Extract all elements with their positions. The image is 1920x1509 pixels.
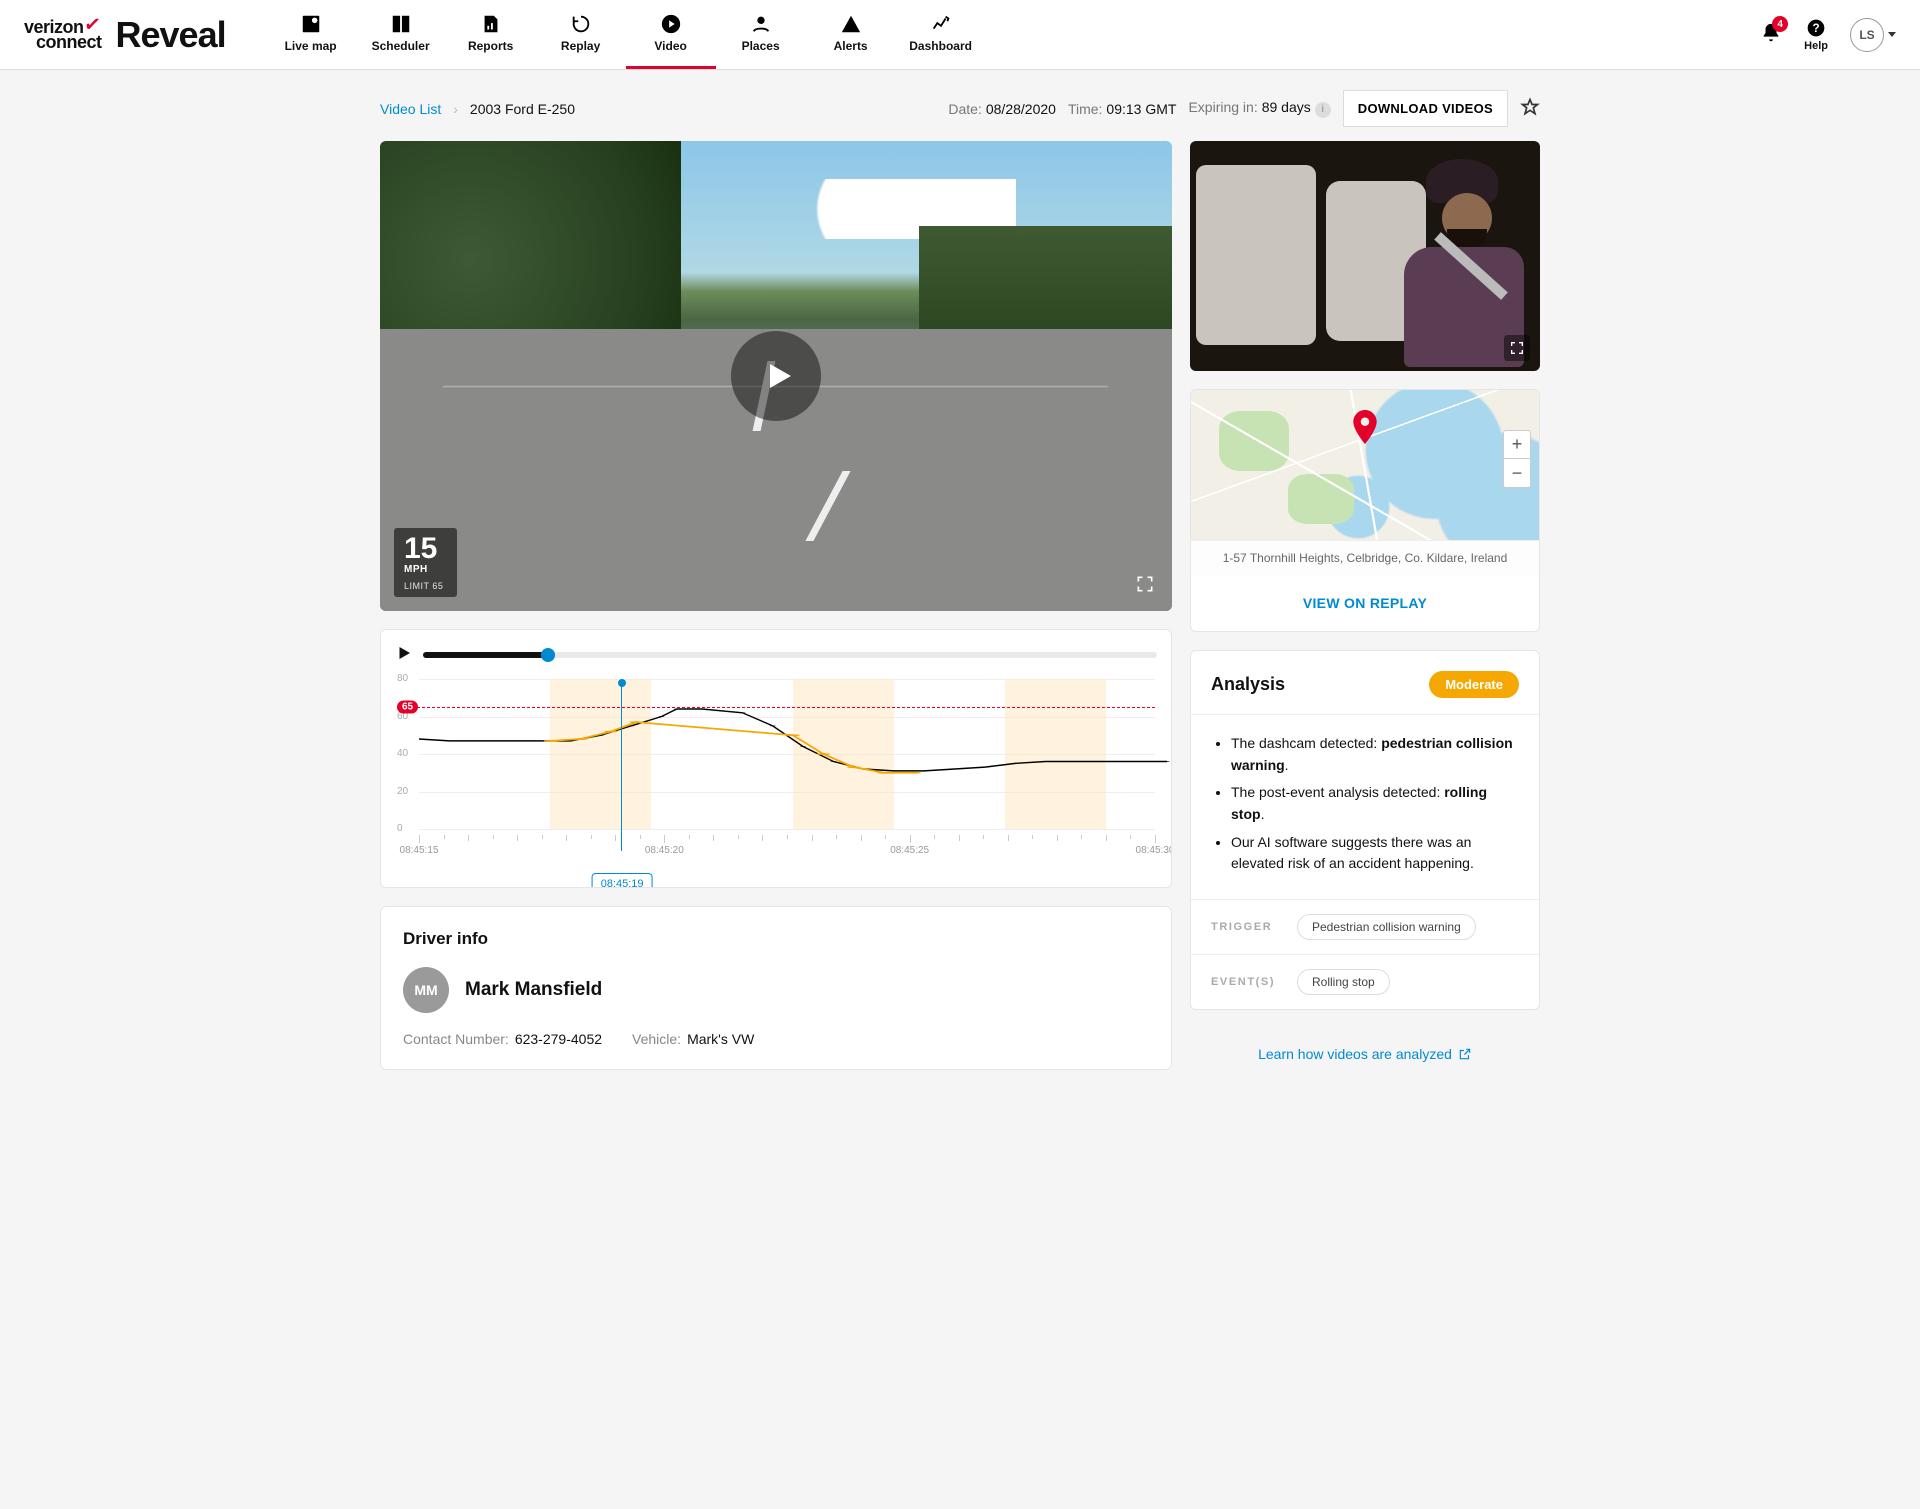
play-button[interactable]: [731, 331, 821, 421]
driver-info-title: Driver info: [403, 929, 1149, 949]
chevron-right-icon: ›: [453, 101, 458, 117]
page-title: 2003 Ford E-250: [470, 101, 575, 117]
question-circle-icon: ?: [1806, 18, 1826, 38]
zoom-in-button[interactable]: +: [1504, 431, 1530, 459]
brand-logo[interactable]: verizon✓ connect Reveal: [24, 0, 226, 69]
play-icon: [761, 358, 797, 394]
driver-avatar: MM: [403, 967, 449, 1013]
replay-icon: [570, 13, 592, 35]
map-pin-box-icon: [300, 13, 322, 35]
nav-video[interactable]: Video: [626, 0, 716, 69]
cabin-camera-video[interactable]: [1190, 141, 1540, 371]
user-menu[interactable]: LS: [1850, 18, 1896, 52]
chevron-down-icon: [1888, 32, 1896, 37]
notifications-button[interactable]: 4: [1760, 22, 1782, 47]
nav-scheduler[interactable]: Scheduler: [356, 0, 446, 69]
event-pill: Rolling stop: [1297, 969, 1390, 995]
meta-time: 09:13 GMT: [1106, 101, 1176, 117]
timeline-play-button[interactable]: [395, 644, 413, 665]
map-zoom-control: + −: [1503, 430, 1531, 488]
external-link-icon: [1458, 1047, 1472, 1064]
driver-name: Mark Mansfield: [465, 979, 602, 1001]
cabin-fullscreen-button[interactable]: [1504, 335, 1530, 361]
analysis-bullet: Our AI software suggests there was an el…: [1231, 832, 1517, 875]
reports-icon: [480, 13, 502, 35]
warning-icon: [840, 13, 862, 35]
map-address: 1-57 Thornhill Heights, Celbridge, Co. K…: [1191, 540, 1539, 575]
play-circle-icon: [660, 13, 682, 35]
scheduler-icon: [390, 13, 412, 35]
learn-analysis-link[interactable]: Learn how videos are analyzed: [1258, 1046, 1472, 1062]
timeline-card: 0204060806508:45:19 08:45:1508:45:2008:4…: [380, 629, 1172, 888]
star-icon: [1520, 97, 1540, 117]
nav-reports[interactable]: Reports: [446, 0, 536, 69]
favorite-button[interactable]: [1520, 97, 1540, 120]
meta-expiry: 89 days: [1262, 99, 1311, 115]
speed-overlay: 15 MPH LIMIT 65: [394, 528, 457, 597]
download-videos-button[interactable]: DOWNLOAD VIDEOS: [1343, 90, 1508, 127]
driver-info-card: Driver info MM Mark Mansfield Contact Nu…: [380, 906, 1172, 1070]
places-icon: [750, 13, 772, 35]
front-camera-video[interactable]: 15 MPH LIMIT 65: [380, 141, 1172, 611]
trigger-pill: Pedestrian collision warning: [1297, 914, 1476, 940]
analysis-card: Analysis Moderate The dashcam detected: …: [1190, 650, 1540, 1010]
info-icon[interactable]: i: [1315, 102, 1331, 118]
scrubber-thumb[interactable]: [541, 648, 555, 662]
analysis-title: Analysis: [1211, 674, 1285, 695]
page-meta-row: Video List › 2003 Ford E-250 Date:08/28/…: [380, 90, 1540, 127]
meta-date: 08/28/2020: [986, 101, 1056, 117]
fullscreen-icon: [1135, 574, 1155, 594]
nav-live-map[interactable]: Live map: [266, 0, 356, 69]
nav-replay[interactable]: Replay: [536, 0, 626, 69]
zoom-out-button[interactable]: −: [1504, 459, 1530, 487]
breadcrumb-back-link[interactable]: Video List: [380, 101, 441, 117]
timeline-scrubber[interactable]: [423, 652, 1157, 658]
check-icon: ✓: [82, 14, 101, 36]
main-nav: Live map Scheduler Reports Replay Video …: [266, 0, 986, 69]
view-on-replay-link[interactable]: VIEW ON REPLAY: [1303, 595, 1427, 611]
nav-alerts[interactable]: Alerts: [806, 0, 896, 69]
analysis-bullets: The dashcam detected: pedestrian collisi…: [1213, 733, 1517, 875]
speed-chart: 0204060806508:45:19: [397, 679, 1155, 829]
location-map[interactable]: + −: [1191, 390, 1539, 540]
driver-contact: 623-279-4052: [515, 1031, 602, 1047]
map-card: + − 1-57 Thornhill Heights, Celbridge, C…: [1190, 389, 1540, 632]
severity-badge: Moderate: [1429, 671, 1519, 698]
nav-dashboard[interactable]: Dashboard: [896, 0, 986, 69]
analysis-bullet: The dashcam detected: pedestrian collisi…: [1231, 733, 1517, 776]
dashboard-icon: [930, 13, 952, 35]
fullscreen-button[interactable]: [1132, 571, 1158, 597]
map-pin-icon: [1352, 410, 1378, 447]
analysis-bullet: The post-event analysis detected: rollin…: [1231, 782, 1517, 825]
notification-count: 4: [1772, 16, 1788, 32]
fullscreen-icon: [1509, 340, 1525, 356]
user-avatar: LS: [1850, 18, 1884, 52]
topbar: verizon✓ connect Reveal Live map Schedul…: [0, 0, 1920, 70]
svg-text:?: ?: [1813, 22, 1820, 35]
nav-places[interactable]: Places: [716, 0, 806, 69]
driver-vehicle: Mark's VW: [687, 1031, 754, 1047]
product-name: Reveal: [116, 14, 226, 56]
help-button[interactable]: ? Help: [1804, 18, 1828, 52]
play-icon: [395, 644, 413, 662]
